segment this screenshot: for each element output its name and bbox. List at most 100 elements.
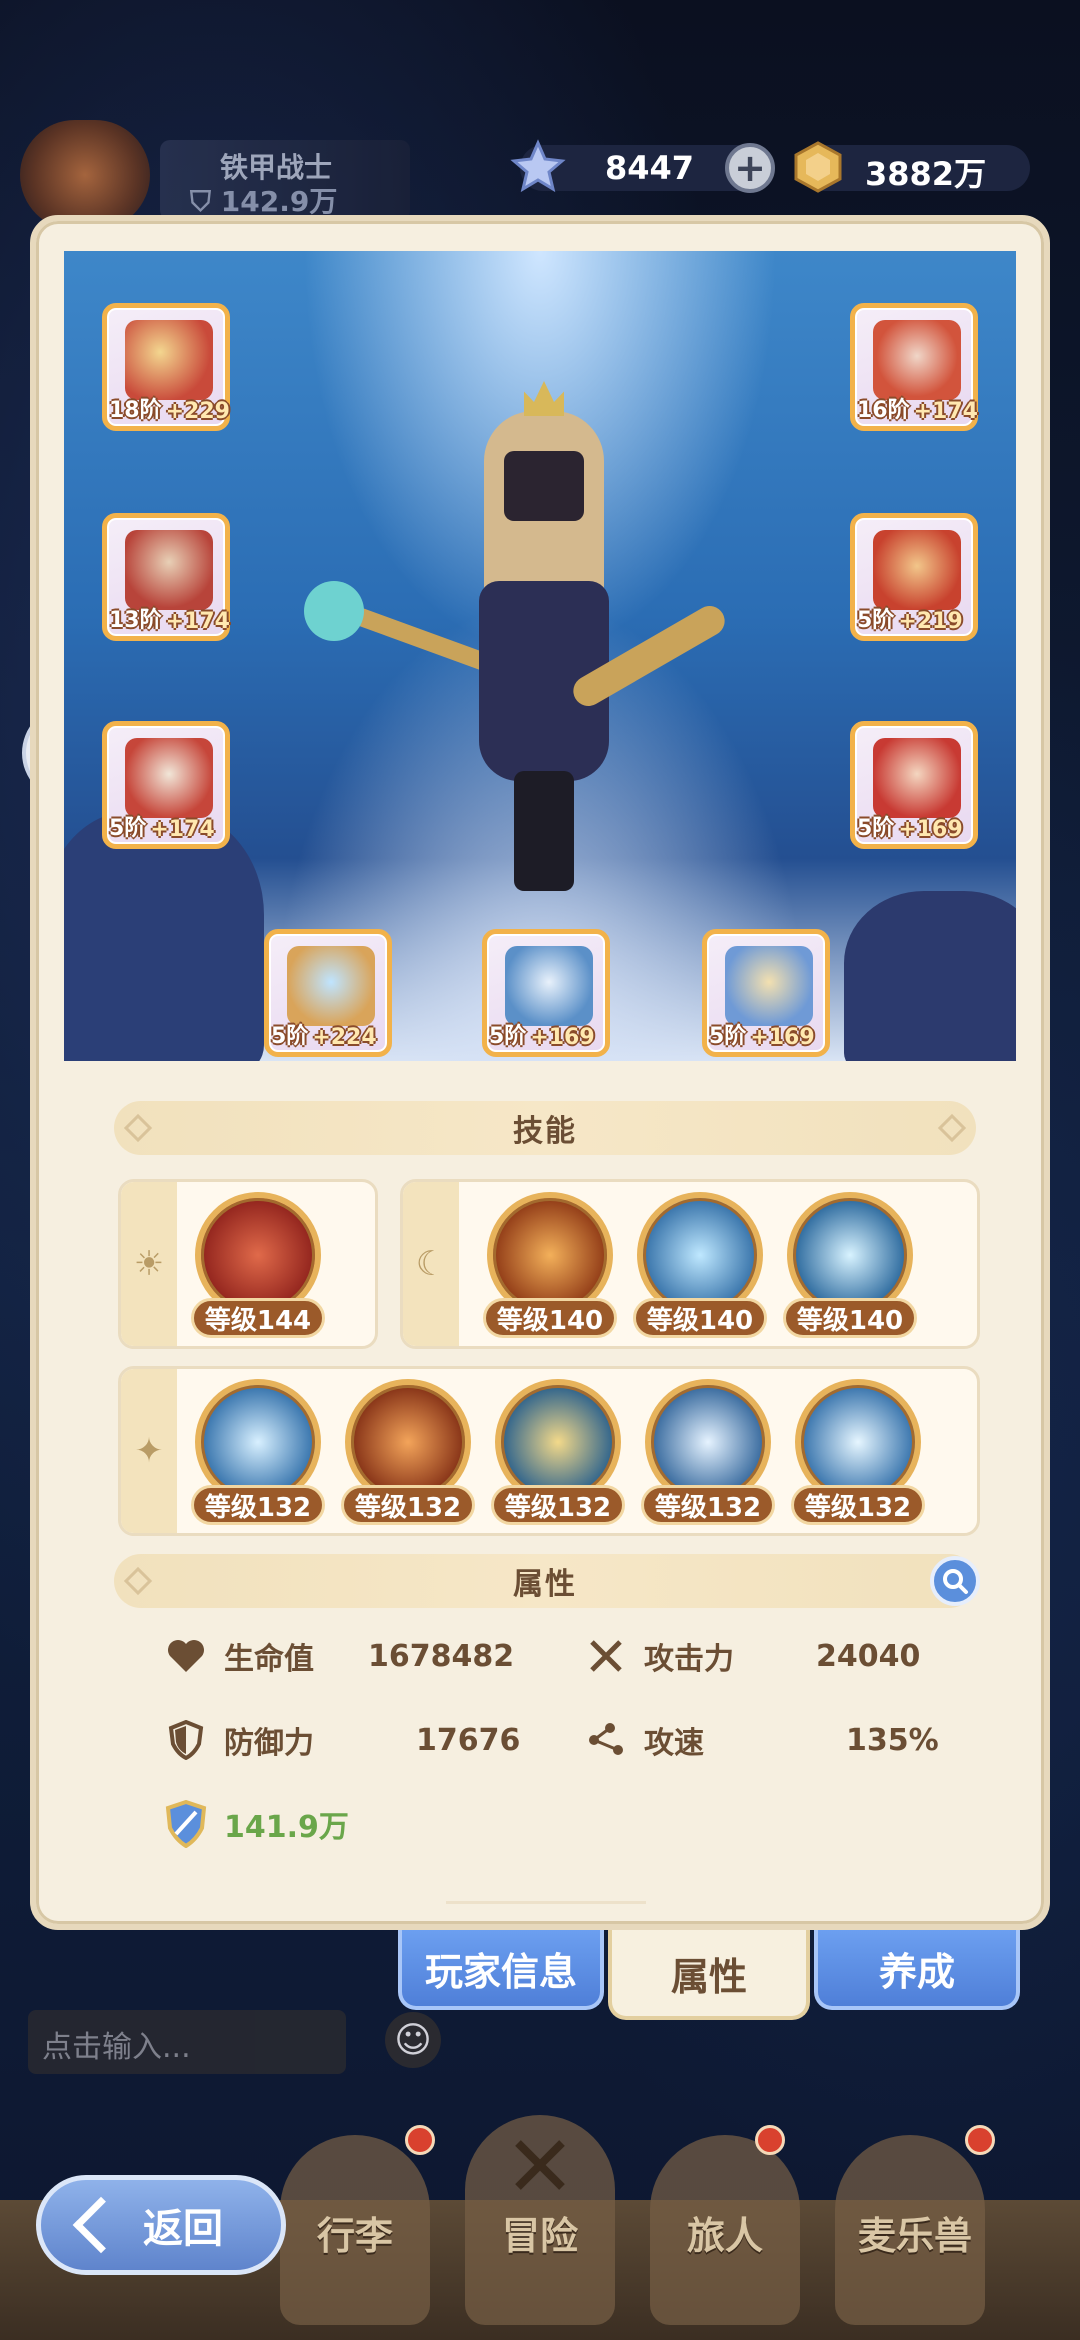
notification-dot [405,2125,435,2155]
skill-slot[interactable]: 等级132 [491,1379,625,1529]
boots-icon [873,738,961,818]
notification-dot [755,2125,785,2155]
character-model[interactable] [304,381,731,901]
tab-attributes[interactable]: 属性 [608,1930,810,2020]
player-power: ⛉ 142.9万 [190,180,337,220]
equip-tier: 5阶 [857,816,895,841]
equip-bonus: +174 [150,817,215,842]
speed-label: 攻速 [644,1726,704,1761]
skills-section-header: 技能 [114,1101,976,1155]
equip-slot-necklace[interactable]: 5阶 +169 [482,929,610,1057]
skill-slot[interactable]: 等级144 [191,1192,325,1342]
skill-slot[interactable]: 等级132 [341,1379,475,1529]
equip-tier: 13阶 [109,608,162,633]
equip-slot-boots[interactable]: 5阶 +169 [850,721,978,849]
nav-luggage-label: 行李 [316,2214,393,2258]
skills-title: 技能 [513,1114,577,1149]
sparkle-icon: ✦ [121,1369,177,1533]
attr-hp: 生命值 [164,1631,314,1681]
skill-level: 等级132 [641,1485,775,1525]
skill-slot[interactable]: 等级140 [633,1192,767,1342]
character-panel: 18阶 +229 16阶 +174 13阶 +174 5阶 +219 5阶 +174 5阶… [30,215,1050,1930]
chat-input[interactable]: 点击输入... [28,2010,346,2074]
skill-slot[interactable]: 等级140 [783,1192,917,1342]
search-icon [943,1569,968,1594]
tab-player-info[interactable]: 玩家信息 [398,1930,604,2010]
player-hud[interactable]: 铁甲战士 ⛉ 142.9万 [10,110,410,230]
skill-level: 等级132 [191,1485,325,1525]
attr-speed: 攻速 [584,1715,704,1765]
add-star-button[interactable]: + [725,143,775,193]
star-currency-bar: 8447 + [510,139,775,193]
equip-bonus: +224 [312,1025,377,1050]
skill-group-star: ✦ 等级132 等级132 等级132 等级132 等级132 [118,1366,980,1536]
attribute-detail-button[interactable] [930,1556,980,1606]
moon-icon: ☾ [403,1182,459,1346]
player-power-value: 142.9万 [220,185,338,218]
sun-icon: ☀ [121,1182,177,1346]
player-avatar[interactable] [20,120,150,230]
attr-def: 防御力 [164,1715,314,1765]
skill-group-day: ☀ 等级144 [118,1179,378,1349]
back-button-label: 返回 [143,2206,223,2252]
star-icon [510,139,566,193]
coin-icon [794,141,842,193]
gauntlet-icon [873,530,961,610]
equip-bonus: +174 [165,609,230,634]
charm-icon [725,946,813,1026]
ring-icon [287,946,375,1026]
nav-pet-label: 麦乐兽 [857,2214,972,2258]
shield-icon: ⛉ [190,185,212,218]
star-currency-value: 8447 [605,149,695,187]
back-button[interactable]: 返回 [36,2175,286,2275]
hp-label: 生命值 [224,1642,314,1677]
skill-level: 等级132 [491,1485,625,1525]
skill-level: 等级140 [633,1298,767,1338]
equip-slot-ring[interactable]: 5阶 +224 [264,929,392,1057]
equip-bonus: +219 [898,609,963,634]
heart-icon [164,1634,208,1678]
crossed-swords-icon [584,1634,628,1678]
equip-tier: 16阶 [857,398,910,423]
speed-nodes-icon [584,1718,628,1762]
equip-tier: 5阶 [857,608,895,633]
equip-slot-gauntlet[interactable]: 5阶 +219 [850,513,978,641]
chat-placeholder: 点击输入... [42,2030,191,2065]
leg-armor-icon [125,738,213,818]
equip-bonus: +169 [898,817,963,842]
equip-slot-bow[interactable]: 18阶 +229 [102,303,230,431]
skill-level: 等级132 [341,1485,475,1525]
notification-dot [965,2125,995,2155]
hp-value: 1678482 [368,1639,515,1674]
attributes-section-header: 属性 [114,1554,980,1608]
skill-slot[interactable]: 等级132 [791,1379,925,1529]
equip-slot-leg-armor[interactable]: 5阶 +174 [102,721,230,849]
equip-tier: 5阶 [489,1024,527,1049]
equip-slot-chest-armor[interactable]: 13阶 +174 [102,513,230,641]
skill-level: 等级144 [191,1298,325,1338]
skill-group-night: ☾ 等级140 等级140 等级140 [400,1179,980,1349]
character-scene: 18阶 +229 16阶 +174 13阶 +174 5阶 +219 5阶 +174 5阶… [64,251,1016,1061]
coral-decoration [844,891,1016,1061]
def-value: 17676 [416,1723,521,1758]
skill-slot[interactable]: 等级140 [483,1192,617,1342]
def-label: 防御力 [224,1726,314,1761]
attr-atk: 攻击力 [584,1631,734,1681]
equip-slot-charm[interactable]: 5阶 +169 [702,929,830,1057]
attributes-title: 属性 [513,1567,577,1602]
attr-power: 141.9万 [164,1799,349,1849]
skill-slot[interactable]: 等级132 [641,1379,775,1529]
skill-level: 等级140 [783,1298,917,1338]
back-arrow-icon [72,2196,130,2254]
equip-bonus: +174 [913,399,978,424]
helmet-icon [873,320,961,400]
equip-slot-helmet[interactable]: 16阶 +174 [850,303,978,431]
equip-tier: 5阶 [109,816,147,841]
emoji-button[interactable]: ☺ [385,2012,441,2068]
equip-bonus: +169 [750,1025,815,1050]
equip-bonus: +229 [165,399,230,424]
tab-training[interactable]: 养成 [814,1930,1020,2010]
skill-level: 等级132 [791,1485,925,1525]
skill-slot[interactable]: 等级132 [191,1379,325,1529]
necklace-icon [505,946,593,1026]
